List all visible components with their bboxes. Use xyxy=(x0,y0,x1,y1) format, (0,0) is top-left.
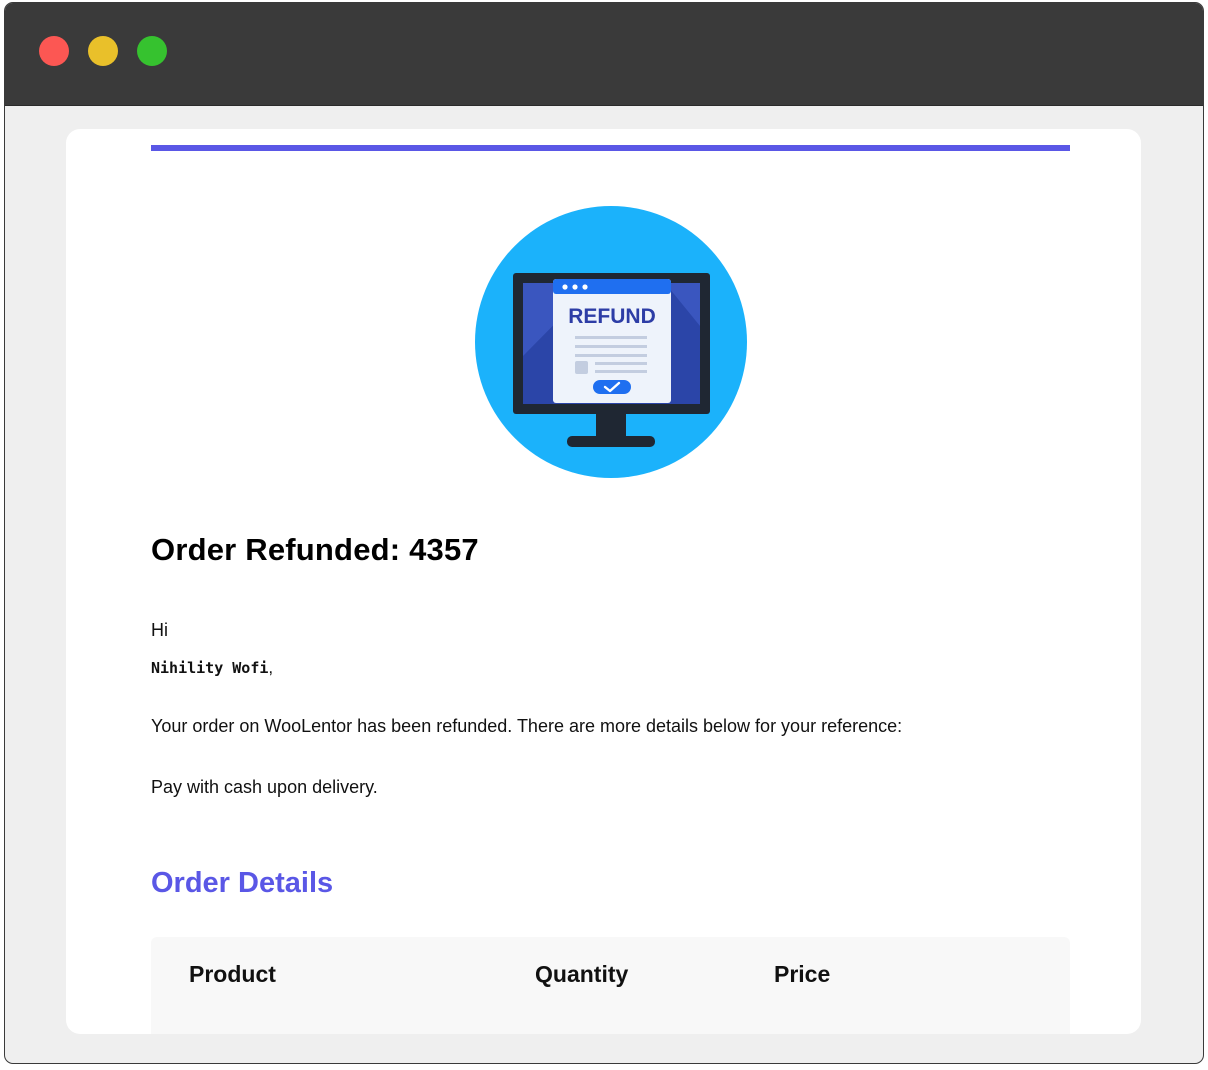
order-details-heading: Order Details xyxy=(151,867,334,899)
close-window-button[interactable] xyxy=(39,36,69,66)
minimize-window-button[interactable] xyxy=(88,36,118,66)
email-title: Order Refunded: 4357 xyxy=(151,532,479,567)
window-titlebar xyxy=(5,3,1203,106)
refund-message: Your order on WooLentor has been refunde… xyxy=(151,716,903,736)
column-header-price: Price xyxy=(774,961,831,987)
order-details-table: Product Quantity Price xyxy=(151,937,1070,1034)
customer-name-line: Nihility Wofi, xyxy=(151,658,273,678)
accent-bar xyxy=(151,145,1070,151)
maximize-window-button[interactable] xyxy=(137,36,167,66)
refund-label: REFUND xyxy=(568,305,656,328)
greeting: Hi xyxy=(151,620,168,640)
email-card: REFUND Order Refunded: 4357 Hi Nihility … xyxy=(66,129,1141,1034)
payment-note: Pay with cash upon delivery. xyxy=(151,777,378,797)
browser-window: REFUND Order Refunded: 4357 Hi Nihility … xyxy=(4,2,1204,1064)
name-suffix: , xyxy=(268,658,274,677)
customer-name: Nihility Wofi xyxy=(151,659,269,677)
column-header-product: Product xyxy=(189,961,276,987)
refund-monitor-icon: REFUND xyxy=(475,206,747,478)
column-header-quantity: Quantity xyxy=(535,961,629,987)
